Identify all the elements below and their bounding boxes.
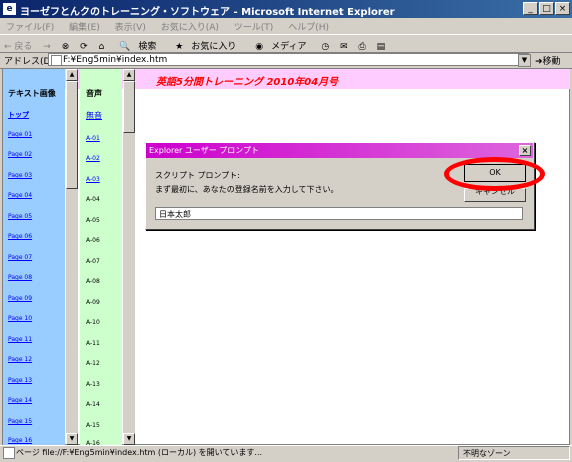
scroll-down-icon[interactable]: ▼ (123, 433, 135, 445)
menu-favorites[interactable]: お気に入り(A) (155, 18, 225, 33)
audio-item-04[interactable]: A-04 (86, 196, 100, 203)
address-dropdown-icon[interactable]: ▼ (518, 54, 531, 67)
audio-item-11[interactable]: A-11 (86, 340, 100, 347)
zone-text: 不明なゾーン (463, 449, 511, 458)
page-title: 英語5分間トレーニング 2010年04月号 (156, 77, 339, 88)
audio-frame-scrollbar[interactable]: ▲ ▼ (123, 69, 135, 445)
audio-item-10[interactable]: A-10 (86, 319, 100, 326)
page-link-03[interactable]: Page 03 (8, 172, 32, 179)
favorites-label: お気に入り (191, 42, 237, 52)
favorites-icon: ★ (175, 42, 184, 52)
dialog-title: Explorer ユーザー プロンプト (149, 146, 259, 155)
dialog-message: まず最初に、あなたの登録名前を入力して下さい。 (155, 185, 339, 194)
page-link-16[interactable]: Page 16 (8, 437, 32, 444)
title-bar: e ヨーゼフとんクのトレーニング・ソフトウェア - Microsoft Inte… (0, 0, 572, 18)
media-label: メディア (271, 42, 307, 52)
go-arrow-icon: ➜ (535, 57, 543, 67)
ie-app-icon: e (3, 3, 16, 15)
audio-item-07[interactable]: A-07 (86, 258, 100, 265)
page-icon (51, 55, 62, 66)
menu-bar: ファイル(F) 編集(E) 表示(V) お気に入り(A) ツール(T) ヘルプ(… (0, 18, 572, 34)
media-button[interactable]: ◉ メディア (247, 35, 314, 52)
window-title: ヨーゼフとんクのトレーニング・ソフトウェア - Microsoft Intern… (20, 7, 395, 18)
audio-frame-heading: 音声 (86, 89, 102, 98)
audio-link-02[interactable]: A-02 (86, 155, 100, 162)
page-link-07[interactable]: Page 07 (8, 254, 32, 261)
menu-help[interactable]: ヘルプ(H) (282, 18, 335, 33)
top-link[interactable]: トップ (8, 110, 29, 120)
page-link-08[interactable]: Page 08 (8, 274, 32, 281)
mail-icon[interactable]: ✉ (336, 40, 352, 52)
audio-item-05[interactable]: A-05 (86, 217, 100, 224)
left-frame-heading: テキスト画像 (8, 89, 56, 98)
close-button[interactable]: × (555, 2, 570, 15)
page-link-02[interactable]: Page 02 (8, 151, 32, 158)
search-button[interactable]: 🔍 検索 (111, 35, 164, 52)
menu-file[interactable]: ファイル(F) (0, 18, 60, 33)
refresh-icon[interactable]: ⟳ (76, 40, 92, 52)
home-icon[interactable]: ⌂ (95, 40, 109, 52)
menu-tools[interactable]: ツール(T) (228, 18, 280, 33)
dialog-title-bar: Explorer ユーザー プロンプト × (146, 143, 533, 158)
menu-view[interactable]: 表示(V) (109, 18, 152, 33)
scroll-up-icon[interactable]: ▲ (123, 69, 135, 81)
audio-item-15[interactable]: A-15 (86, 422, 100, 429)
page-link-11[interactable]: Page 11 (8, 336, 32, 343)
scroll-down-icon[interactable]: ▼ (66, 433, 78, 445)
silent-link[interactable]: 無音 (86, 110, 102, 121)
menu-edit[interactable]: 編集(E) (63, 18, 106, 33)
zone-panel: 不明なゾーン (458, 446, 570, 460)
print-icon[interactable]: ⎙ (354, 40, 369, 52)
address-input[interactable]: F:¥Eng5min¥index.htm (48, 53, 529, 66)
scroll-thumb[interactable] (66, 81, 78, 189)
toolbar: ← 戻る → ⊗ ⟳ ⌂ 🔍 検索 ★ お気に入り ◉ メディア ◷ ✉ ⎙ ▤ (0, 34, 572, 53)
page-link-12[interactable]: Page 12 (8, 356, 32, 363)
search-label: 検索 (138, 42, 157, 52)
audio-item-06[interactable]: A-06 (86, 237, 100, 244)
favorites-button[interactable]: ★ お気に入り (167, 35, 244, 52)
minimize-button[interactable]: _ (523, 2, 538, 15)
address-value: F:¥Eng5min¥index.htm (63, 55, 168, 65)
page-link-05[interactable]: Page 05 (8, 213, 32, 220)
page-loading-icon (3, 447, 15, 459)
page-link-01[interactable]: Page 01 (8, 131, 32, 138)
status-text: ページ file://F:¥Eng5min¥index.htm (ローカル) を… (16, 448, 263, 457)
go-button[interactable]: ➜移動 (535, 54, 561, 67)
scroll-thumb[interactable] (123, 81, 135, 133)
scroll-up-icon[interactable]: ▲ (66, 69, 78, 81)
name-input-value: 日本太郎 (159, 210, 191, 219)
forward-button[interactable]: → (39, 40, 55, 52)
back-button[interactable]: ← 戻る (0, 37, 36, 52)
page-link-04[interactable]: Page 04 (8, 192, 32, 199)
media-icon: ◉ (255, 42, 264, 52)
audio-item-14[interactable]: A-14 (86, 401, 100, 408)
page-link-14[interactable]: Page 14 (8, 397, 32, 404)
address-label: アドレス(D) (4, 57, 54, 67)
dialog-close-button[interactable]: × (519, 145, 531, 156)
history-icon[interactable]: ◷ (317, 40, 333, 52)
page-link-10[interactable]: Page 10 (8, 315, 32, 322)
name-input[interactable]: 日本太郎 (155, 207, 523, 220)
audio-link-01[interactable]: A-01 (86, 135, 100, 142)
search-icon: 🔍 (119, 42, 131, 52)
maximize-button[interactable]: □ (539, 2, 554, 15)
audio-frame (80, 69, 122, 445)
page-link-13[interactable]: Page 13 (8, 377, 32, 384)
go-label: 移動 (542, 57, 561, 67)
audio-link-03[interactable]: A-03 (86, 176, 100, 183)
page-link-15[interactable]: Page 15 (8, 418, 32, 425)
page-link-09[interactable]: Page 09 (8, 295, 32, 302)
audio-item-12[interactable]: A-12 (86, 360, 100, 367)
stop-icon[interactable]: ⊗ (58, 40, 74, 52)
dialog-script-label: スクリプト プロンプト: (155, 171, 240, 180)
left-frame-scrollbar[interactable]: ▲ ▼ (66, 69, 78, 445)
audio-item-09[interactable]: A-09 (86, 299, 100, 306)
edit-icon[interactable]: ▤ (373, 40, 390, 52)
highlight-circle (444, 157, 545, 191)
audio-item-08[interactable]: A-08 (86, 278, 100, 285)
page-link-06[interactable]: Page 06 (8, 233, 32, 240)
audio-item-13[interactable]: A-13 (86, 381, 100, 388)
